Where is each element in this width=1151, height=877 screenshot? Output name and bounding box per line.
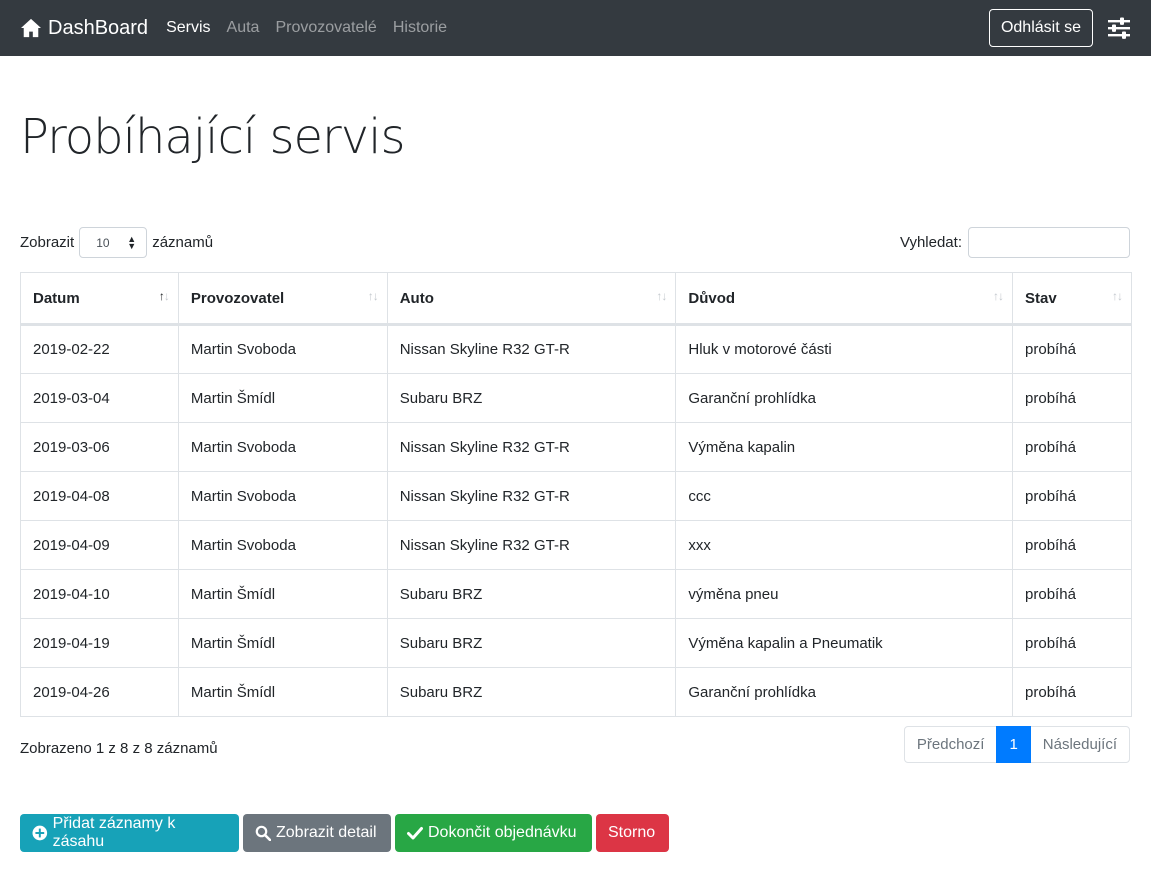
column-header-auto[interactable]: Auto ↑↓ — [386, 272, 677, 326]
sort-icon: ↑↓ — [367, 289, 379, 303]
brand-link[interactable]: DashBoard — [20, 17, 148, 40]
cell-operator: Martin Šmídl — [177, 569, 388, 619]
sort-icon: ↑↓ — [656, 289, 667, 303]
cell-date: 2019-04-08 — [20, 471, 179, 521]
top-navbar: DashBoard Servis Auta Provozovatelé Hist… — [0, 0, 1151, 56]
nav-link-servis[interactable]: Servis — [166, 19, 210, 37]
page-length-select[interactable]: 10 ▲ ▼ — [79, 227, 148, 258]
cell-operator: Martin Svoboda — [177, 520, 388, 570]
cell-operator: Martin Šmídl — [177, 618, 388, 668]
nav-link-auta[interactable]: Auta — [227, 19, 260, 37]
plus-circle-icon — [32, 825, 48, 841]
check-icon — [407, 827, 423, 840]
cell-date: 2019-04-19 — [20, 618, 179, 668]
cell-status: probíhá — [1012, 667, 1132, 717]
cell-reason: Výměna kapalin — [675, 422, 1014, 472]
service-table: Datum ↑↓ Provozovatel ↑↓ Auto ↑↓ Důvod ↑… — [20, 272, 1132, 717]
table-row[interactable]: 2019-04-09 Martin Svoboda Nissan Skyline… — [20, 520, 1132, 570]
column-header-stav[interactable]: Stav ↑↓ — [1012, 272, 1132, 326]
cell-car: Nissan Skyline R32 GT-R — [386, 324, 677, 374]
cell-date: 2019-02-22 — [20, 324, 179, 374]
cell-status: probíhá — [1012, 373, 1132, 423]
cell-status: probíhá — [1012, 520, 1132, 570]
cell-car: Nissan Skyline R32 GT-R — [386, 422, 677, 472]
cancel-label: Storno — [608, 824, 656, 841]
page-title: Probíhající servis — [20, 109, 405, 165]
page-length-control: Zobrazit 10 ▲ ▼ záznamů — [20, 227, 213, 258]
search-input[interactable] — [968, 227, 1130, 258]
table-info-text: Zobrazeno 1 z 8 z 8 záznamů — [20, 740, 218, 757]
cell-car: Subaru BRZ — [386, 667, 677, 717]
sliders-icon[interactable] — [1107, 17, 1131, 39]
table-row[interactable]: 2019-04-19 Martin Šmídl Subaru BRZ Výměn… — [20, 618, 1132, 668]
cell-car: Subaru BRZ — [386, 373, 677, 423]
table-row[interactable]: 2019-02-22 Martin Svoboda Nissan Skyline… — [20, 324, 1132, 374]
add-records-button[interactable]: Přidat záznamy k zásahu — [20, 814, 239, 852]
cell-reason: ccc — [675, 471, 1014, 521]
cell-reason: Garanční prohlídka — [675, 373, 1014, 423]
cell-date: 2019-04-09 — [20, 520, 179, 570]
search-icon — [255, 825, 271, 841]
select-arrows-icon: ▲ ▼ — [127, 233, 137, 251]
column-header-duvod[interactable]: Důvod ↑↓ — [675, 272, 1014, 326]
cell-operator: Martin Šmídl — [177, 373, 388, 423]
cell-car: Nissan Skyline R32 GT-R — [386, 520, 677, 570]
cell-car: Nissan Skyline R32 GT-R — [386, 471, 677, 521]
cell-car: Subaru BRZ — [386, 569, 677, 619]
cell-car: Subaru BRZ — [386, 618, 677, 668]
sort-asc-icon: ↑↓ — [158, 289, 170, 303]
cell-date: 2019-03-06 — [20, 422, 179, 472]
records-label: záznamů — [152, 234, 214, 251]
page-length-value: 10 — [96, 235, 110, 250]
cell-operator: Martin Svoboda — [177, 471, 388, 521]
table-row[interactable]: 2019-04-26 Martin Šmídl Subaru BRZ Garan… — [20, 667, 1132, 717]
finish-order-label: Dokončit objednávku — [428, 824, 577, 841]
search-control: Vyhledat: — [900, 227, 1130, 258]
cell-date: 2019-04-26 — [20, 667, 179, 717]
cell-status: probíhá — [1012, 618, 1132, 668]
table-header-row: Datum ↑↓ Provozovatel ↑↓ Auto ↑↓ Důvod ↑… — [20, 272, 1132, 326]
sort-icon: ↑↓ — [993, 289, 1004, 303]
cell-reason: výměna pneu — [675, 569, 1014, 619]
cell-status: probíhá — [1012, 471, 1132, 521]
cell-status: probíhá — [1012, 569, 1132, 619]
show-detail-button[interactable]: Zobrazit detail — [243, 814, 391, 852]
pagination-page-1[interactable]: 1 — [996, 726, 1031, 763]
finish-order-button[interactable]: Dokončit objednávku — [395, 814, 592, 852]
cell-operator: Martin Šmídl — [177, 667, 388, 717]
table-row[interactable]: 2019-04-10 Martin Šmídl Subaru BRZ výměn… — [20, 569, 1132, 619]
cell-reason: Výměna kapalin a Pneumatik — [675, 618, 1014, 668]
nav-link-historie[interactable]: Historie — [393, 19, 447, 37]
cell-date: 2019-03-04 — [20, 373, 179, 423]
search-label: Vyhledat: — [900, 234, 962, 251]
column-header-datum[interactable]: Datum ↑↓ — [20, 272, 179, 326]
add-records-label: Přidat záznamy k zásahu — [52, 815, 176, 850]
pagination: Předchozí 1 Následující — [903, 726, 1130, 763]
cell-operator: Martin Svoboda — [177, 324, 388, 374]
pagination-next-button[interactable]: Následující — [1029, 726, 1130, 763]
nav-right: Odhlásit se — [988, 9, 1131, 47]
table-row[interactable]: 2019-04-08 Martin Svoboda Nissan Skyline… — [20, 471, 1132, 521]
show-detail-label: Zobrazit detail — [276, 824, 377, 841]
show-label: Zobrazit — [20, 234, 75, 251]
cancel-button[interactable]: Storno — [596, 814, 669, 852]
sort-icon: ↑↓ — [1112, 289, 1123, 303]
table-row[interactable]: 2019-03-06 Martin Svoboda Nissan Skyline… — [20, 422, 1132, 472]
pagination-prev-button[interactable]: Předchozí — [903, 726, 998, 763]
cell-operator: Martin Svoboda — [177, 422, 388, 472]
column-header-provozovatel[interactable]: Provozovatel ↑↓ — [177, 272, 388, 326]
home-icon — [21, 18, 41, 38]
cell-status: probíhá — [1012, 324, 1132, 374]
table-row[interactable]: 2019-03-04 Martin Šmídl Subaru BRZ Garan… — [20, 373, 1132, 423]
action-buttons: Přidat záznamy k zásahu Zobrazit detail … — [20, 814, 673, 852]
cell-date: 2019-04-10 — [20, 569, 179, 619]
cell-reason: xxx — [675, 520, 1014, 570]
logout-button[interactable]: Odhlásit se — [988, 9, 1093, 47]
cell-reason: Garanční prohlídka — [675, 667, 1014, 717]
cell-reason: Hluk v motorové části — [675, 324, 1014, 374]
brand-label: DashBoard — [48, 16, 149, 39]
nav-link-provozovatele[interactable]: Provozovatelé — [275, 19, 376, 37]
cell-status: probíhá — [1012, 422, 1132, 472]
